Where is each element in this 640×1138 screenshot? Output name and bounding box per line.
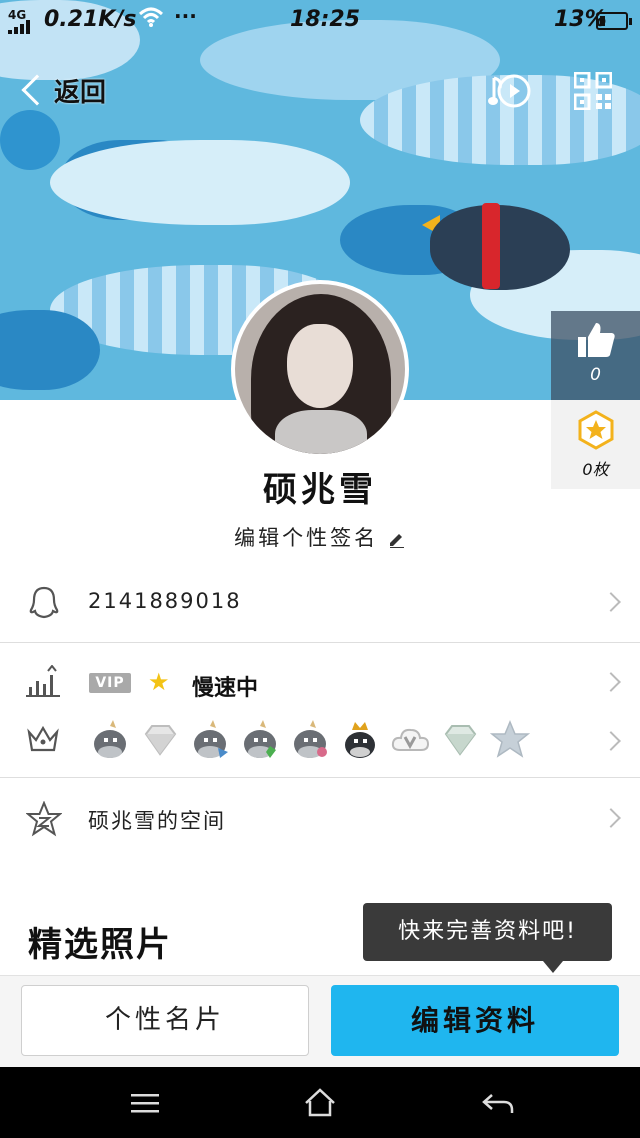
penguin-crown-icon <box>345 722 375 758</box>
crown-icon <box>27 725 59 752</box>
medal-star-icon <box>578 410 613 450</box>
thumbs-up-icon <box>577 323 615 357</box>
vip-tag: VIP <box>89 673 131 693</box>
banner-fish <box>0 310 100 390</box>
penguin-badge-icon <box>94 720 126 758</box>
signature-text: 编辑个性签名 <box>234 526 379 550</box>
status-bar: 4G 0.21K/s ··· 18:25 13% <box>0 0 640 42</box>
penguin-illustration <box>422 195 570 295</box>
battery-icon <box>596 12 632 30</box>
penguin-badge-icon <box>194 720 228 758</box>
chevron-right-icon <box>601 592 621 612</box>
complete-profile-tooltip[interactable]: 快来完善资料吧! <box>363 903 612 973</box>
chevron-left-icon <box>21 74 53 106</box>
penguin-icon <box>29 586 59 619</box>
qzone-label: 硕兆雪的空间 <box>88 809 226 833</box>
penguin-badge-icon <box>244 720 276 758</box>
star-icon: ★ <box>148 668 170 696</box>
penguin-scarf <box>482 203 500 289</box>
profile-page: 4G 0.21K/s ··· 18:25 13% 返回 0 0枚 硕兆雪 编辑个… <box>0 0 640 1138</box>
edit-profile-button[interactable]: 编辑资料 <box>331 985 619 1056</box>
wifi-icon <box>138 6 164 33</box>
featured-photos-title: 精选照片 <box>28 925 172 965</box>
profile-name: 硕兆雪 <box>263 470 377 510</box>
cloud-v-icon <box>391 728 430 751</box>
qr-code-icon[interactable] <box>574 72 612 110</box>
network-speed: 0.21K/s <box>44 7 137 32</box>
diamond-icon <box>444 725 477 756</box>
like-count: 0 <box>590 365 601 385</box>
divider <box>0 777 640 778</box>
back-button[interactable]: 返回 <box>18 70 106 110</box>
badge-list <box>90 720 531 764</box>
home-icon[interactable] <box>300 1085 340 1121</box>
qq-number: 2141889018 <box>88 589 242 613</box>
system-nav-bar <box>0 1067 640 1138</box>
avatar-shirt <box>275 410 367 454</box>
qzone-row[interactable]: 硕兆雪的空间 <box>0 780 640 856</box>
vip-status: 慢速中 <box>192 676 259 701</box>
divider <box>0 642 640 643</box>
qzone-star-icon <box>26 801 62 837</box>
menu-icon[interactable] <box>125 1085 165 1121</box>
growth-icon <box>26 665 60 697</box>
avatar-face <box>287 324 353 408</box>
pencil-icon <box>389 534 404 548</box>
profile-card-button[interactable]: 个性名片 <box>21 985 309 1056</box>
penguin-body <box>430 205 570 290</box>
more-dots-icon: ··· <box>174 4 197 28</box>
banner-fish <box>50 140 350 225</box>
avatar[interactable] <box>231 280 409 458</box>
chevron-right-icon <box>601 808 621 828</box>
clock: 18:25 <box>290 7 361 32</box>
like-button[interactable]: 0 <box>551 311 640 400</box>
diamond-icon <box>144 725 177 756</box>
music-icon[interactable] <box>488 70 532 112</box>
back-label: 返回 <box>54 77 107 108</box>
qq-number-row[interactable]: 2141889018 <box>0 565 640 642</box>
signal-icon <box>8 20 34 34</box>
back-arrow-icon[interactable] <box>478 1085 518 1121</box>
banner-fish <box>0 110 60 170</box>
chevron-right-icon <box>601 731 621 751</box>
edit-signature[interactable]: 编辑个性签名 <box>0 522 640 552</box>
penguin-badge-icon <box>294 720 327 758</box>
chevron-right-icon <box>601 672 621 692</box>
star-badge-icon <box>490 720 531 758</box>
